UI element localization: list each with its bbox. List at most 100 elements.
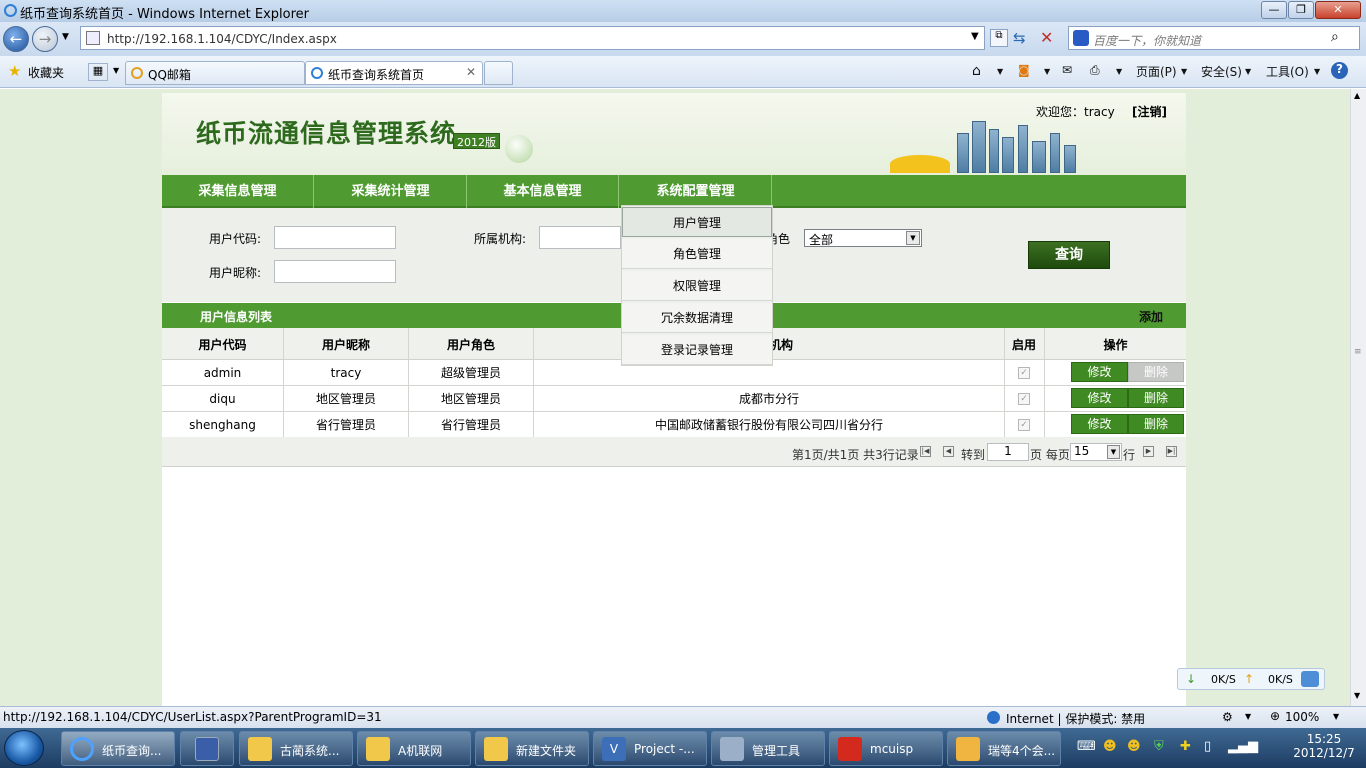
search-icon[interactable]: ⌕ (1331, 29, 1339, 45)
nav-item-collect-info[interactable]: 采集信息管理 (162, 175, 314, 208)
scroll-down-icon[interactable]: ▼ (1354, 691, 1360, 700)
menu-item-login-records[interactable]: 登录记录管理 (622, 335, 772, 365)
taskbar-item-ie[interactable]: 纸币查询... (61, 731, 175, 766)
history-dropdown-icon[interactable]: ▼ (62, 32, 69, 42)
protected-mode-icon[interactable]: ⚙ (1222, 710, 1233, 724)
role-select[interactable]: 全部 ▼ (804, 229, 922, 247)
taskbar-item-project[interactable]: V Project -... (593, 731, 707, 766)
home-icon[interactable]: ⌂ (972, 63, 981, 79)
search-placeholder[interactable]: 百度一下，你就知道 (1093, 32, 1201, 49)
scroll-up-icon[interactable]: ▲ (1354, 91, 1360, 100)
qq-icon[interactable]: ☻ (1103, 739, 1117, 754)
safety-menu-chevron-icon[interactable]: ▼ (1245, 67, 1251, 76)
protected-mode-dropdown-icon[interactable]: ▼ (1245, 712, 1251, 721)
forward-button[interactable]: → (32, 26, 58, 52)
zoom-level[interactable]: 100% (1285, 710, 1319, 724)
page-input[interactable]: 1 (987, 443, 1029, 461)
first-page-icon[interactable]: |◀ (920, 446, 931, 457)
safety-menu[interactable]: 安全(S) (1201, 63, 1242, 80)
scroll-grip-icon[interactable]: ≡ (1354, 347, 1362, 357)
address-url[interactable]: http://192.168.1.104/CDYC/Index.aspx (107, 32, 337, 46)
feeds-dropdown-icon[interactable]: ▼ (1044, 67, 1050, 76)
favorites-star-icon[interactable]: ★ (8, 62, 21, 80)
new-tab-button[interactable] (484, 61, 513, 85)
taskbar-item-mcuisp[interactable]: mcuisp (829, 731, 943, 766)
favorites-label[interactable]: 收藏夹 (28, 64, 64, 81)
edit-button[interactable]: 修改 (1071, 414, 1128, 434)
refresh-icon[interactable]: ⇆ (1013, 29, 1026, 47)
taskbar-label: 新建文件夹 (516, 744, 577, 758)
page-icon (86, 31, 100, 45)
zoom-dropdown-icon[interactable]: ▼ (1333, 712, 1339, 721)
menu-item-role-management[interactable]: 角色管理 (622, 239, 772, 269)
device-icon[interactable]: ▯ (1204, 739, 1211, 754)
print-dropdown-icon[interactable]: ▼ (1116, 67, 1122, 76)
query-button[interactable]: 查询 (1028, 241, 1110, 269)
prev-page-icon[interactable]: ◀ (943, 446, 954, 457)
next-page-icon[interactable]: ▶ (1143, 446, 1154, 457)
col-user-code: 用户代码 (198, 338, 247, 352)
user-code-input[interactable] (274, 226, 396, 249)
compat-view-icon[interactable]: ⧉ (990, 29, 1008, 47)
minimize-button[interactable]: — (1261, 1, 1287, 19)
shield-icon[interactable]: ⛨ (1154, 739, 1164, 754)
cell-code: shenghang (189, 418, 256, 432)
help-icon[interactable]: ? (1331, 62, 1348, 79)
tab-qq-mail[interactable]: QQ邮箱 (125, 61, 305, 85)
print-icon[interactable]: ⎙ (1090, 63, 1100, 78)
add-button[interactable]: 添加 (1139, 308, 1163, 325)
ie-accelerator-icon[interactable] (1301, 671, 1319, 687)
page-menu-chevron-icon[interactable]: ▼ (1181, 67, 1187, 76)
qq-icon-2[interactable]: ☻ (1127, 739, 1141, 754)
tab-current[interactable]: 纸币查询系统首页 ✕ (305, 61, 483, 85)
page-menu[interactable]: 页面(P) (1136, 63, 1177, 80)
stop-icon[interactable]: ✕ (1040, 28, 1053, 47)
address-dropdown-icon[interactable]: ▼ (971, 31, 979, 42)
taskbar-item-admin-tools[interactable]: 管理工具 (711, 731, 825, 766)
taskbar-item-folder-3[interactable]: 新建文件夹 (475, 731, 589, 766)
mail-icon[interactable]: ✉ (1062, 63, 1072, 77)
address-bar[interactable]: http://192.168.1.104/CDYC/Index.aspx ▼ (80, 26, 985, 50)
logout-link[interactable]: [注销] (1132, 103, 1167, 120)
nav-item-basic-info[interactable]: 基本信息管理 (467, 175, 619, 208)
start-button[interactable] (4, 730, 44, 766)
keyboard-icon[interactable]: ⌨ (1077, 739, 1096, 754)
chevron-down-icon[interactable]: ▼ (1107, 445, 1120, 459)
maximize-button[interactable]: ❐ (1288, 1, 1314, 19)
page-unit-label: 页 每页 (1030, 448, 1070, 462)
taskbar-item-chat[interactable]: 瑞等4个会... (947, 731, 1061, 766)
clock[interactable]: 15:25 2012/12/7 (1290, 732, 1358, 760)
page-size-select[interactable]: 15 ▼ (1070, 443, 1122, 461)
menu-item-user-management[interactable]: 用户管理 (622, 207, 772, 237)
back-button[interactable]: ← (3, 26, 29, 52)
taskbar-item-folder-1[interactable]: 古蔺系统... (239, 731, 353, 766)
tools-menu-chevron-icon[interactable]: ▼ (1314, 67, 1320, 76)
tab-close-icon[interactable]: ✕ (466, 65, 476, 79)
volume-icon[interactable]: 🔈︎ (1254, 739, 1262, 754)
tab-list-icon[interactable]: ▼ (113, 66, 119, 75)
chevron-down-icon[interactable]: ▼ (906, 231, 920, 245)
vertical-scrollbar[interactable]: ▲ ≡ ▼ (1350, 89, 1366, 706)
taskbar-item-folder-2[interactable]: A机联网 (357, 731, 471, 766)
tab-label: QQ邮箱 (148, 68, 191, 82)
edit-button[interactable]: 修改 (1071, 388, 1128, 408)
last-page-icon[interactable]: ▶| (1166, 446, 1177, 457)
quick-tabs-icon[interactable]: ▦ (88, 63, 108, 81)
edit-button[interactable]: 修改 (1071, 362, 1128, 382)
menu-item-redundant-cleanup[interactable]: 冗余数据清理 (622, 303, 772, 333)
menu-item-permission-management[interactable]: 权限管理 (622, 271, 772, 301)
nav-item-collect-stats[interactable]: 采集统计管理 (315, 175, 467, 208)
plus-icon[interactable]: ✚ (1180, 739, 1191, 754)
home-dropdown-icon[interactable]: ▼ (997, 67, 1003, 76)
nav-item-system-config[interactable]: 系统配置管理 (620, 175, 772, 208)
user-nick-input[interactable] (274, 260, 396, 283)
org-input[interactable] (539, 226, 621, 249)
delete-button[interactable]: 删除 (1128, 388, 1184, 408)
delete-button[interactable]: 删除 (1128, 414, 1184, 434)
zoom-icon[interactable]: ⊕ (1270, 709, 1280, 723)
feeds-icon[interactable]: ◙ (1018, 63, 1030, 77)
close-button[interactable]: ✕ (1315, 1, 1361, 19)
taskbar-item-media[interactable] (180, 731, 234, 766)
search-box[interactable]: 百度一下，你就知道 ⌕ (1068, 26, 1360, 50)
tools-menu[interactable]: 工具(O) (1266, 63, 1309, 80)
